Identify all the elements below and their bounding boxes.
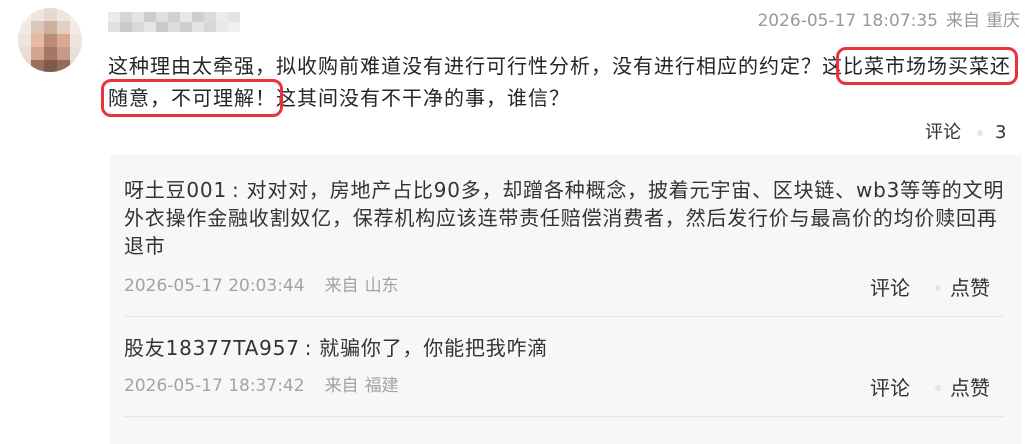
reply-text-line: 退市 [124,232,1004,260]
comment-text-segment: 这其间没有不干净的事，谁信？ [276,86,570,110]
reply-from-label: 来自 [324,276,359,296]
reply-separator: : [304,336,313,360]
like-label: 点赞 [950,276,990,300]
comment-meta: 2026-05-17 18:07:35 来自 重庆 [757,10,1020,32]
reply-list: 呀土豆001: 对对对，房地产占比90多，却蹭各种概念，披着元宇宙、区块链、wb3… [110,155,1022,444]
comment-text-line: 这种理由太牵强，拟收购前难道没有进行可行性分析，没有进行相应的约定？这比菜市场场… [108,47,1018,85]
reply-item: 呀土豆001: 对对对，房地产占比90多，却蹭各种概念，披着元宇宙、区块链、wb3… [110,155,1022,317]
like-icon [935,385,941,391]
author-name-blurred[interactable] [108,12,240,32]
reply-time: 2026-05-17 20:03:44 [124,276,305,296]
comment-from-label: 来自 [946,11,980,31]
comment-text-segment: 这种理由太牵强，拟收购前难道没有进行可行性分析，没有进行相应的约定？这 [108,54,843,78]
reply-button[interactable]: 评论 [925,122,961,144]
reply-author[interactable]: 股友18377TA957 [124,336,300,360]
reply-content: 外衣操作金融收割奴亿，保荐机构应该连带责任赔偿消费者，然后发行价与最高价的均价赎… [124,206,998,230]
reply-button[interactable]: 评论 [870,377,910,399]
reply-author[interactable]: 呀土豆001 [124,178,227,202]
reply-content: 对对对，房地产占比90多，却蹭各种概念，披着元宇宙、区块链、wb3等等的文明 [246,178,1005,202]
like-label: 点赞 [950,376,990,400]
reply-content: 退市 [124,234,166,258]
reply-button[interactable]: 评论 [870,277,910,299]
reply-content: 就骗你了，你能把我咋滴 [319,336,549,360]
reply-text-line: 外衣操作金融收割奴亿，保荐机构应该连带责任赔偿消费者，然后发行价与最高价的均价赎… [124,204,1004,232]
reply-meta: 2026-05-17 18:37:42 来自 福建 [124,375,399,397]
reply-text-line: 股友18377TA957: 就骗你了，你能把我咋滴 [124,334,548,362]
reply-time: 2026-05-17 18:37:42 [124,376,305,396]
like-icon [977,130,983,136]
like-icon [935,285,941,291]
comment-actions: 评论 3 [925,122,1006,144]
highlighted-text-segment: 比菜市场场买菜还 [836,47,1018,85]
reply-actions: 评论 点赞 [870,277,990,299]
reply-actions: 评论 点赞 [870,377,990,399]
reply-item: 股友18377TA957: 就骗你了，你能把我咋滴 2026-05-17 18:3… [110,317,1022,417]
comment-text-line: 随意，不可理解！这其间没有不干净的事，谁信？ [101,79,1011,117]
like-count: 3 [995,122,1007,143]
like-button[interactable]: 3 [977,122,1006,144]
reply-text-line: 呀土豆001: 对对对，房地产占比90多，却蹭各种概念，披着元宇宙、区块链、wb3… [124,176,1004,204]
comment-card: 2026-05-17 18:07:35 来自 重庆 这种理由太牵强，拟收购前难道… [0,0,1026,444]
reply-location: 山东 [364,276,399,296]
like-button[interactable]: 点赞 [935,377,990,399]
comment-time: 2026-05-17 18:07:35 [757,11,938,31]
like-button[interactable]: 点赞 [935,277,990,299]
avatar[interactable] [18,8,82,72]
reply-separator: : [231,178,240,202]
comment-location: 重庆 [986,11,1020,31]
reply-location: 福建 [364,376,399,396]
divider [124,416,1005,417]
highlighted-text-segment: 随意，不可理解！ [101,79,283,117]
comment-text: 这种理由太牵强，拟收购前难道没有进行可行性分析，没有进行相应的约定？这比菜市场场… [101,47,1018,117]
reply-text: 呀土豆001: 对对对，房地产占比90多，却蹭各种概念，披着元宇宙、区块链、wb3… [124,176,1004,260]
reply-meta: 2026-05-17 20:03:44 来自 山东 [124,275,399,297]
reply-from-label: 来自 [324,376,359,396]
reply-text: 股友18377TA957: 就骗你了，你能把我咋滴 [124,334,548,362]
